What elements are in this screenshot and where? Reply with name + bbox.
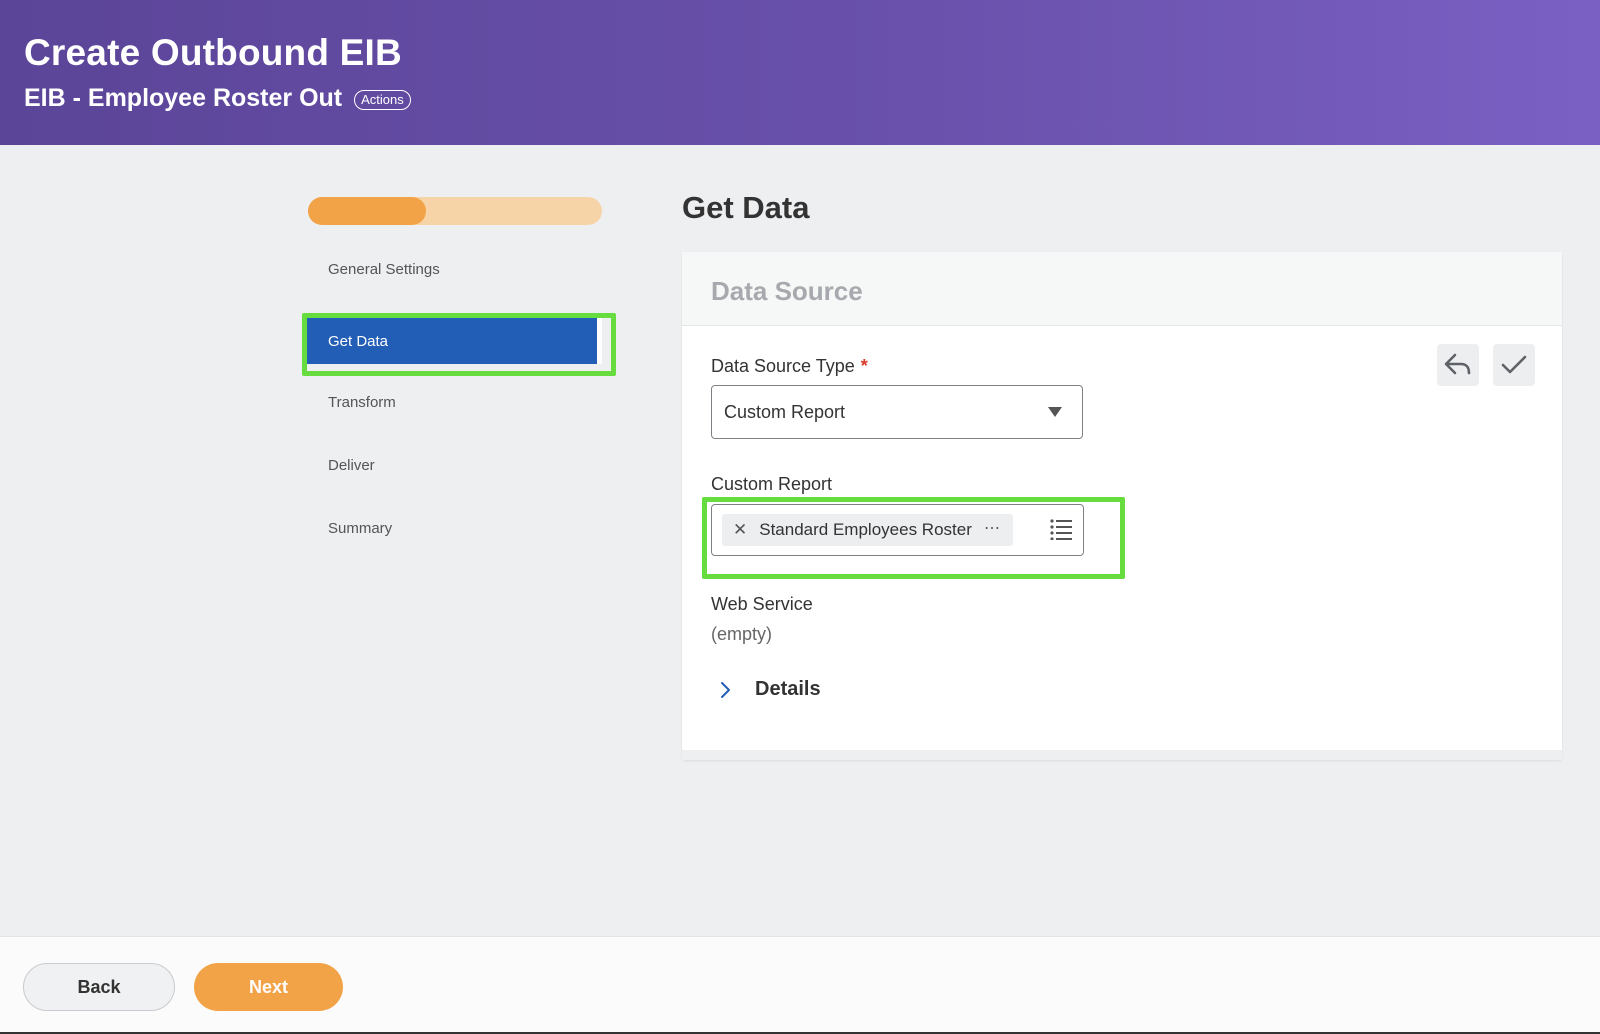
step-label: Deliver	[328, 456, 375, 474]
page-header-title: Create Outbound EIB	[24, 32, 402, 73]
step-label: Transform	[328, 393, 396, 411]
undo-icon	[1444, 353, 1471, 375]
more-options-icon[interactable]: ⋯	[984, 518, 1001, 538]
data-source-type-select[interactable]: Custom Report	[711, 385, 1083, 439]
web-service-label: Web Service	[711, 594, 813, 614]
progress-bar	[308, 197, 602, 225]
card-bottom-strip	[682, 750, 1562, 760]
custom-report-prompt[interactable]: ✕ Standard Employees Roster ⋯	[711, 504, 1084, 556]
chevron-right-icon	[721, 681, 730, 698]
page-header-subtitle-row: EIB - Employee Roster Out Actions	[24, 84, 411, 113]
step-label: Get Data	[328, 332, 389, 350]
data-source-type-label-text: Data Source Type	[711, 356, 855, 376]
back-button[interactable]: Back	[23, 963, 175, 1011]
step-general-settings[interactable]: General Settings	[302, 246, 602, 292]
next-button[interactable]: Next	[194, 963, 343, 1011]
selected-report-pill[interactable]: ✕ Standard Employees Roster ⋯	[722, 514, 1013, 546]
progress-bar-fill	[308, 197, 426, 225]
web-service-value: (empty)	[711, 624, 773, 644]
data-source-type-value: Custom Report	[724, 401, 846, 422]
details-toggle[interactable]: Details	[719, 678, 821, 701]
step-label: General Settings	[328, 260, 440, 278]
confirm-button[interactable]	[1493, 344, 1535, 386]
custom-report-label: Custom Report	[711, 474, 833, 494]
actions-button[interactable]: Actions	[354, 89, 411, 110]
list-icon[interactable]	[1049, 518, 1073, 540]
step-summary[interactable]: Summary	[302, 505, 602, 551]
card-header: Data Source	[682, 252, 1562, 326]
data-source-card: Data Source Data Source Type * Custom Rep…	[682, 252, 1562, 760]
step-label: Summary	[328, 519, 393, 537]
step-get-data[interactable]: Get Data	[302, 318, 602, 364]
chevron-down-icon	[1048, 407, 1062, 417]
undo-button[interactable]	[1437, 344, 1479, 386]
card-title: Data Source	[711, 276, 863, 306]
required-indicator: *	[860, 356, 868, 376]
remove-icon[interactable]: ✕	[733, 520, 747, 540]
page-header-subtitle: EIB - Employee Roster Out	[24, 84, 343, 112]
step-transform[interactable]: Transform	[302, 379, 602, 425]
checkmark-icon	[1501, 355, 1527, 374]
details-label: Details	[755, 678, 821, 700]
page-footer: Back Next	[0, 936, 1600, 1034]
page-title: Get Data	[682, 190, 810, 225]
page-header: Create Outbound EIB EIB - Employee Roste…	[0, 0, 1600, 145]
step-deliver[interactable]: Deliver	[302, 442, 602, 488]
data-source-type-label: Data Source Type *	[711, 356, 868, 377]
selected-report-label: Standard Employees Roster	[759, 520, 972, 539]
